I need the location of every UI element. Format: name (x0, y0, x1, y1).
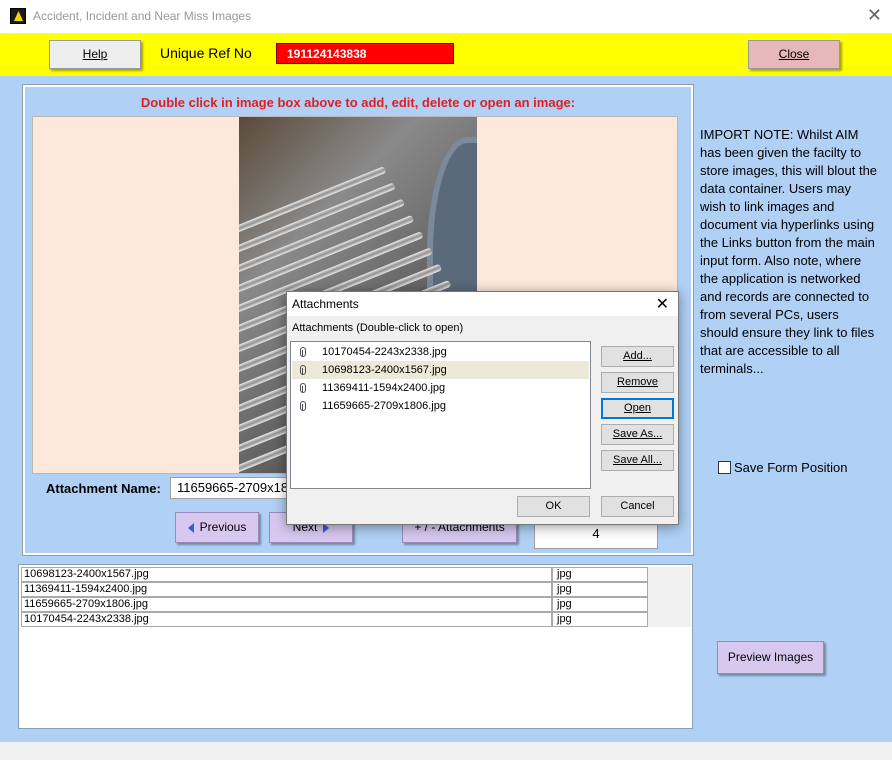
row-filler (648, 567, 691, 582)
dialog-subtitle: Attachments (Double-click to open) (292, 322, 464, 334)
file-name-cell: 10170454-2243x2338.jpg (21, 612, 552, 627)
previous-label: Previous (199, 520, 247, 534)
attachment-name-field[interactable]: 11659665-2709x1806.jpg (170, 477, 295, 499)
save-form-position[interactable]: Save Form Position (718, 460, 847, 475)
file-ext-cell: jpg (552, 597, 648, 612)
add-button[interactable]: Add... (601, 346, 674, 367)
dialog-title-bar: Attachments ✕ (287, 292, 678, 316)
attachments-dialog: Attachments ✕ Attachments (Double-click … (286, 291, 679, 525)
open-button[interactable]: Open (601, 398, 674, 419)
file-name-cell: 11369411-1594x2400.jpg (21, 582, 552, 597)
table-row[interactable]: 11369411-1594x2400.jpg jpg (21, 582, 691, 597)
file-ext-cell: jpg (552, 612, 648, 627)
remove-button[interactable]: Remove (601, 372, 674, 393)
import-note: IMPORT NOTE: Whilst AIM has been given t… (700, 127, 878, 376)
table-row[interactable]: 10698123-2400x1567.jpg jpg (21, 567, 691, 582)
row-filler (648, 597, 691, 612)
image-list: 10698123-2400x1567.jpg jpg 11369411-1594… (18, 564, 693, 729)
list-item[interactable]: 11369411-1594x2400.jpg (292, 379, 589, 397)
attachment-name-label: Attachment Name: (46, 481, 161, 496)
row-filler (648, 582, 691, 597)
ok-button[interactable]: OK (517, 496, 590, 517)
unique-ref-value: 191124143838 (276, 43, 454, 64)
save-position-label: Save Form Position (734, 460, 848, 475)
list-item[interactable]: 10698123-2400x1567.jpg (292, 361, 589, 379)
previous-button[interactable]: Previous (175, 512, 259, 543)
instruction-text: Double click in image box above to add, … (140, 95, 576, 110)
title-bar: Accident, Incident and Near Miss Images … (0, 0, 892, 34)
list-item[interactable]: 10170454-2243x2338.jpg (292, 343, 589, 361)
window-close-icon[interactable]: ✕ (867, 5, 882, 26)
unique-ref-label: Unique Ref No (160, 45, 252, 61)
arrow-left-icon (187, 522, 194, 533)
help-button[interactable]: Help (49, 40, 141, 69)
roller (239, 166, 387, 244)
attachment-file-list: 10170454-2243x2338.jpg 10698123-2400x156… (290, 341, 591, 489)
preview-images-button[interactable]: Preview Images (717, 641, 824, 674)
save-position-checkbox[interactable] (718, 461, 731, 474)
window-title: Accident, Incident and Near Miss Images (33, 9, 252, 23)
paperclip-icon (300, 365, 306, 375)
save-as-button[interactable]: Save As... (601, 424, 674, 445)
file-name-cell: 11659665-2709x1806.jpg (21, 597, 552, 612)
file-name: 11369411-1594x2400.jpg (322, 382, 446, 394)
save-all-button[interactable]: Save All... (601, 450, 674, 471)
status-bar (0, 742, 892, 760)
paperclip-icon (300, 383, 306, 393)
file-name: 10170454-2243x2338.jpg (322, 346, 447, 358)
header-bar: Help Unique Ref No 191124143838 Close (0, 34, 892, 76)
file-name: 10698123-2400x1567.jpg (322, 364, 447, 376)
table-row[interactable]: 10170454-2243x2338.jpg jpg (21, 612, 691, 627)
dialog-close-icon[interactable]: ✕ (656, 294, 669, 314)
list-item[interactable]: 11659665-2709x1806.jpg (292, 397, 589, 415)
dialog-title: Attachments (292, 297, 359, 311)
close-button[interactable]: Close (748, 40, 840, 69)
file-ext-cell: jpg (552, 582, 648, 597)
file-name-cell: 10698123-2400x1567.jpg (21, 567, 552, 582)
file-name: 11659665-2709x1806.jpg (322, 400, 446, 412)
file-ext-cell: jpg (552, 567, 648, 582)
paperclip-icon (300, 401, 306, 411)
paperclip-icon (300, 347, 306, 357)
app-hazard-icon (10, 8, 26, 24)
table-row[interactable]: 11659665-2709x1806.jpg jpg (21, 597, 691, 612)
cancel-button[interactable]: Cancel (601, 496, 674, 517)
row-filler (648, 612, 691, 627)
